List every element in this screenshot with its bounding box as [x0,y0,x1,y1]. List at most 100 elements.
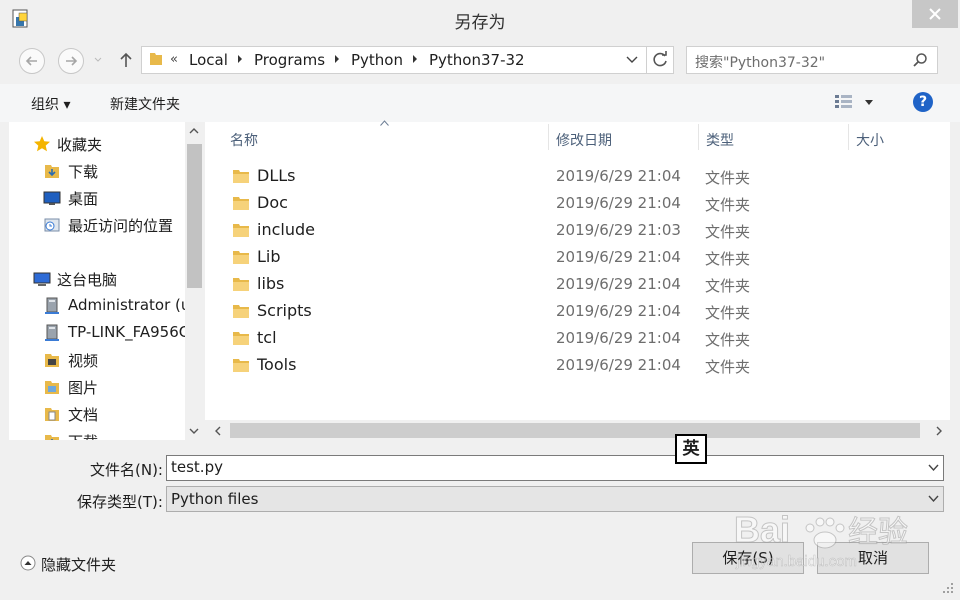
organize-menu[interactable]: 组织 ▾ [31,94,70,114]
svg-text:经验: 经验 [848,516,908,549]
folder-icon [150,53,162,65]
file-name: tcl [257,328,277,347]
filename-value[interactable]: test.py [171,458,223,476]
close-button[interactable] [912,0,958,28]
scroll-right-icon[interactable] [934,426,944,436]
nav-item-downloads[interactable]: 下载 [9,159,185,183]
nav-item-downloads-2[interactable]: 下载 [9,429,185,440]
view-options-icon[interactable] [834,94,854,110]
collapse-up-icon[interactable] [20,555,36,571]
download-folder-icon [45,165,59,178]
nav-item-documents[interactable]: 文档 [9,402,185,426]
folder-icon [233,278,249,291]
recent-locations-dropdown-icon[interactable] [93,55,103,65]
hide-folders-toggle[interactable]: 隐藏文件夹 [41,554,116,575]
forward-button[interactable] [58,48,84,74]
scroll-down-icon[interactable] [189,426,199,436]
star-icon [34,136,50,152]
column-header-type[interactable]: 类型 [706,130,734,150]
breadcrumb-python37[interactable]: Python37-32 [429,51,525,69]
nav-item-recent-places[interactable]: 最近访问的位置 [9,213,185,237]
ime-indicator[interactable]: 英 [675,434,707,464]
nav-item-pictures[interactable]: 图片 [9,375,185,399]
nav-item-label: 收藏夹 [57,136,103,154]
nav-item-label: 视频 [68,352,99,370]
navigation-pane: 收藏夹 下载 桌面 最近访问的位置 这台电脑 Administrator (u … [9,122,185,440]
column-header-name[interactable]: 名称 [230,130,258,150]
column-divider[interactable] [548,124,549,150]
nav-item-label: 桌面 [68,190,99,208]
help-button[interactable]: ? [913,92,933,112]
file-date: 2019/6/29 21:04 [556,329,681,347]
nav-item-videos[interactable]: 视频 [9,348,185,372]
nav-item-tp-link[interactable]: TP-LINK_FA956C [9,321,185,345]
new-folder-button[interactable]: 新建文件夹 [110,94,180,114]
filetype-value[interactable]: Python files [171,490,258,508]
table-row[interactable]: Doc 2019/6/29 21:04 文件夹 [205,190,950,217]
nav-item-favorites[interactable]: 收藏夹 [9,132,185,156]
table-row[interactable]: libs 2019/6/29 21:04 文件夹 [205,271,950,298]
file-date: 2019/6/29 21:04 [556,275,681,293]
file-type: 文件夹 [705,169,751,187]
folder-icon [233,197,249,210]
scroll-up-icon[interactable] [189,126,199,136]
column-divider[interactable] [848,124,849,150]
breadcrumb-python[interactable]: Python [351,51,403,69]
window-title: 另存为 [454,13,506,33]
chevron-right-icon[interactable] [236,53,244,65]
file-type: 文件夹 [705,223,751,241]
computer-icon [33,272,51,286]
folder-icon [233,359,249,372]
file-type: 文件夹 [705,277,751,295]
download-folder-icon [45,435,59,440]
breadcrumb-overflow[interactable]: « [170,52,178,67]
resize-grip-icon[interactable] [936,576,956,596]
scroll-left-icon[interactable] [213,426,223,436]
column-divider[interactable] [698,124,699,150]
file-name: DLLs [257,166,296,185]
file-name: Scripts [257,301,312,320]
chevron-down-icon[interactable] [626,55,638,65]
videos-folder-icon [45,354,59,367]
horizontal-scrollbar-thumb[interactable] [230,423,920,438]
nav-item-this-pc[interactable]: 这台电脑 [9,267,185,291]
table-row[interactable]: DLLs 2019/6/29 21:04 文件夹 [205,163,950,190]
nav-item-administrator[interactable]: Administrator (u [9,294,185,318]
file-name: Doc [257,193,288,212]
back-button[interactable] [19,48,45,74]
table-row[interactable]: include 2019/6/29 21:03 文件夹 [205,217,950,244]
refresh-button[interactable] [646,46,674,74]
breadcrumb-programs[interactable]: Programs [254,51,325,69]
up-arrow-icon[interactable] [116,50,136,70]
caret-down-icon[interactable] [864,99,874,107]
nav-item-desktop[interactable]: 桌面 [9,186,185,210]
breadcrumb-local[interactable]: Local [189,51,228,69]
network-drive-icon [45,297,59,314]
nav-item-label: Administrator (u [68,296,185,314]
column-header-size[interactable]: 大小 [856,130,884,150]
column-header-date[interactable]: 修改日期 [556,130,612,150]
nav-scrollbar-thumb[interactable] [187,144,202,288]
chevron-right-icon[interactable] [333,53,341,65]
table-row[interactable]: Scripts 2019/6/29 21:04 文件夹 [205,298,950,325]
documents-folder-icon [45,408,59,421]
table-row[interactable]: Tools 2019/6/29 21:04 文件夹 [205,352,950,379]
nav-item-label: 下载 [68,163,99,181]
file-date: 2019/6/29 21:04 [556,248,681,266]
arrow-left-icon [25,56,37,66]
filename-field[interactable] [166,455,944,481]
search-input[interactable]: 搜索"Python37-32" [695,52,825,72]
file-name: Tools [257,355,297,374]
folder-icon [233,251,249,264]
folder-icon [233,305,249,318]
file-date: 2019/6/29 21:04 [556,167,681,185]
search-icon[interactable] [912,52,928,68]
folder-icon [233,170,249,183]
table-row[interactable]: Lib 2019/6/29 21:04 文件夹 [205,244,950,271]
arrow-right-icon [66,56,78,66]
chevron-right-icon[interactable] [411,53,419,65]
table-row[interactable]: tcl 2019/6/29 21:04 文件夹 [205,325,950,352]
svg-text:jingyan.baidu.com: jingyan.baidu.com [735,553,857,570]
chevron-down-icon[interactable] [928,464,939,472]
nav-item-label: 这台电脑 [57,271,118,289]
